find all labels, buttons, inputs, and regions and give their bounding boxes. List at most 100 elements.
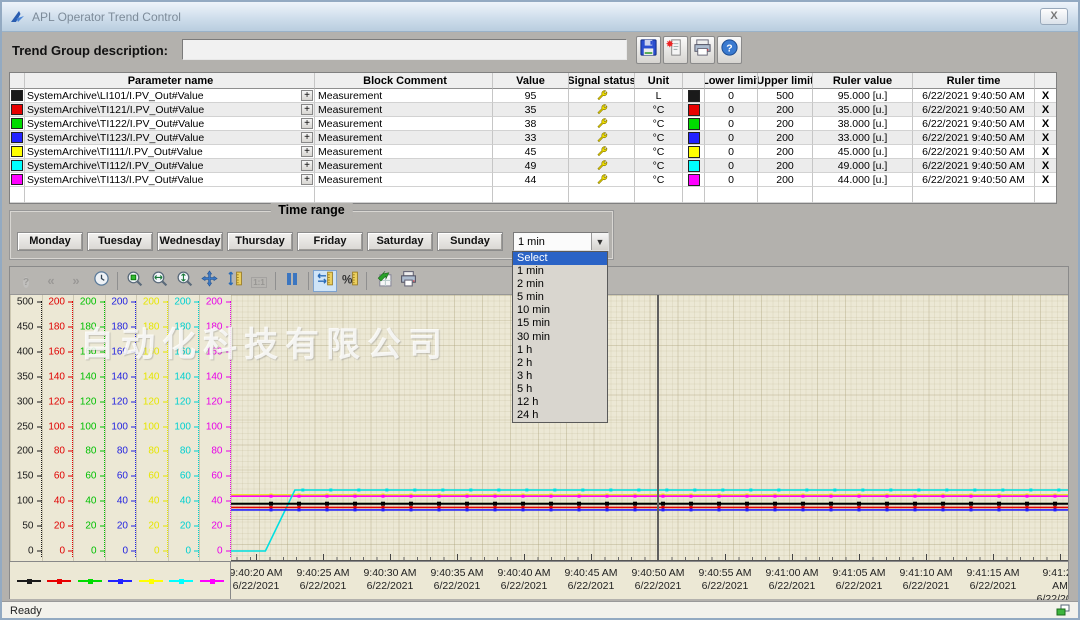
- interval-option[interactable]: Select: [513, 252, 607, 265]
- status-text: Ready: [10, 605, 42, 617]
- x-label-date: 6/22/2021: [970, 580, 1017, 592]
- remove-trend-button[interactable]: X: [1035, 159, 1056, 173]
- y-axis[interactable]: 500450400350300250200150100500: [10, 295, 42, 561]
- axis-tick-mark: [226, 302, 231, 303]
- data-point-marker: [661, 502, 665, 506]
- data-point-marker: [942, 495, 945, 498]
- y-axis[interactable]: 200180160140120100806040200: [168, 295, 200, 561]
- interval-option[interactable]: 30 min: [513, 331, 607, 344]
- expand-button[interactable]: +: [301, 132, 313, 143]
- expand-button[interactable]: +: [301, 118, 313, 129]
- remove-trend-button[interactable]: X: [1035, 145, 1056, 159]
- upper-limit-cell: 200: [758, 117, 813, 131]
- help-button[interactable]: ?: [717, 36, 742, 64]
- y-axis[interactable]: 200180160140120100806040200: [42, 295, 74, 561]
- x-label-date: 6/22/2021: [769, 580, 816, 592]
- data-point-marker: [833, 488, 836, 491]
- data-point-marker: [270, 495, 273, 498]
- day-button-monday[interactable]: Monday: [17, 232, 83, 251]
- day-button-wednesday[interactable]: Wednesday: [157, 232, 223, 251]
- export-report-button[interactable]: [663, 36, 688, 64]
- day-button-tuesday[interactable]: Tuesday: [87, 232, 153, 251]
- zoom-area-button[interactable]: [122, 270, 146, 292]
- time-interval-icon: [93, 270, 110, 292]
- pause-button[interactable]: [280, 270, 304, 292]
- interval-option[interactable]: 12 h: [513, 396, 607, 409]
- data-point-marker: [718, 495, 721, 498]
- data-point-marker: [465, 502, 469, 506]
- y-axis[interactable]: 200180160140120100806040200: [73, 295, 105, 561]
- data-point-marker: [945, 488, 948, 491]
- y-axis[interactable]: 200180160140120100806040200: [105, 295, 137, 561]
- data-point-marker: [494, 508, 497, 511]
- close-icon[interactable]: X: [1040, 8, 1068, 25]
- interval-option[interactable]: 5 h: [513, 383, 607, 396]
- legend-dot: [118, 579, 123, 584]
- zoom-horizontal-button[interactable]: [147, 270, 171, 292]
- axis-tick-label: 180: [80, 321, 97, 332]
- zoom-horizontal-icon: [151, 270, 168, 292]
- save-button[interactable]: [636, 36, 661, 64]
- plot-area[interactable]: [231, 295, 1068, 561]
- interval-option[interactable]: 1 h: [513, 344, 607, 357]
- ruler-line[interactable]: [657, 295, 659, 561]
- interval-option[interactable]: 10 min: [513, 304, 607, 317]
- data-point-marker: [553, 488, 556, 491]
- interval-option[interactable]: 15 min: [513, 317, 607, 330]
- remove-trend-button[interactable]: X: [1035, 131, 1056, 145]
- interval-option[interactable]: 3 h: [513, 370, 607, 383]
- interval-option[interactable]: 2 h: [513, 357, 607, 370]
- legend-marker: [47, 577, 71, 584]
- expand-button[interactable]: +: [301, 104, 313, 115]
- print-button[interactable]: [690, 36, 715, 64]
- lower-limit-cell: 0: [705, 145, 758, 159]
- data-point-marker: [858, 495, 861, 498]
- zoom-vertical-button[interactable]: [172, 270, 196, 292]
- data-point-marker: [381, 502, 385, 506]
- axis-tick-label: 0: [59, 546, 65, 557]
- interval-option[interactable]: 1 min: [513, 265, 607, 278]
- print-trend-button[interactable]: [396, 270, 420, 292]
- y-axis-scale-button[interactable]: [222, 270, 246, 292]
- remove-trend-button[interactable]: X: [1035, 89, 1056, 103]
- y-axis[interactable]: 200180160140120100806040200: [199, 295, 231, 561]
- empty-cell: [913, 187, 1035, 203]
- remove-trend-button[interactable]: X: [1035, 173, 1056, 187]
- value-cell: 95: [493, 89, 569, 103]
- time-interval-button[interactable]: [89, 270, 113, 292]
- expand-button[interactable]: +: [301, 146, 313, 157]
- interval-option[interactable]: 24 h: [513, 409, 607, 422]
- percent-scale-button[interactable]: %: [338, 270, 362, 292]
- chevron-down-icon[interactable]: ▼: [591, 233, 608, 250]
- expand-button[interactable]: +: [301, 90, 313, 101]
- remove-trend-button[interactable]: X: [1035, 117, 1056, 131]
- day-button-friday[interactable]: Friday: [297, 232, 363, 251]
- x-label-time: 9:40:45 AM: [564, 567, 617, 579]
- pan-button[interactable]: [197, 270, 221, 292]
- interval-option[interactable]: 2 min: [513, 278, 607, 291]
- day-button-saturday[interactable]: Saturday: [367, 232, 433, 251]
- value-cell: 49: [493, 159, 569, 173]
- value-cell: 45: [493, 145, 569, 159]
- export-trend-button[interactable]: [371, 270, 395, 292]
- axis-tick-label: 0: [217, 546, 223, 557]
- empty-cell: [683, 187, 705, 203]
- data-point-marker: [297, 502, 301, 506]
- svg-text:?: ?: [726, 43, 732, 54]
- title-bar[interactable]: APL Operator Trend Control X: [2, 2, 1078, 32]
- trend-group-description-input[interactable]: [182, 39, 627, 60]
- day-button-thursday[interactable]: Thursday: [227, 232, 293, 251]
- interval-option[interactable]: 5 min: [513, 291, 607, 304]
- interval-combobox[interactable]: 1 min ▼: [513, 232, 609, 251]
- trend-group-description-label: Trend Group description:: [12, 43, 168, 58]
- expand-button[interactable]: +: [301, 160, 313, 171]
- x-axis-scale-button[interactable]: [313, 270, 337, 292]
- axis-tick-label: 140: [111, 371, 128, 382]
- expand-button[interactable]: +: [301, 174, 313, 185]
- data-point-marker: [466, 495, 469, 498]
- y-axis[interactable]: 200180160140120100806040200: [136, 295, 168, 561]
- remove-trend-button[interactable]: X: [1035, 103, 1056, 117]
- series-color-swatch: [11, 146, 23, 157]
- day-button-sunday[interactable]: Sunday: [437, 232, 503, 251]
- parameter-name-cell: SystemArchive\TI113/I.PV_Out#Value+: [25, 173, 315, 187]
